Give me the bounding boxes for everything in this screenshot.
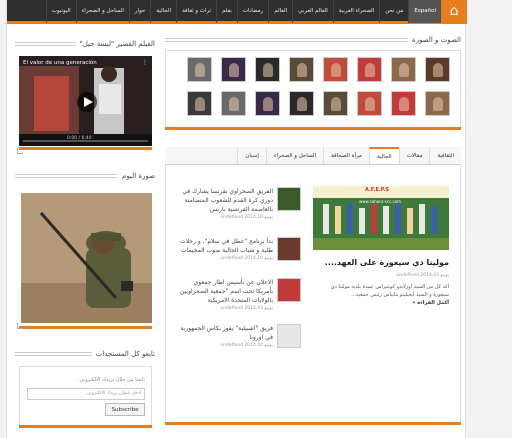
nav-item-espanol[interactable]: Español: [408, 0, 441, 23]
gallery-thumbnail[interactable]: [323, 57, 348, 82]
featured-title[interactable]: مولينا دي سيغورة على العهد....: [307, 258, 449, 267]
post-thumbnail[interactable]: [277, 324, 301, 348]
post-title-line[interactable]: الاعلان عن تأسيس اطار جمعوي: [167, 278, 273, 287]
featured-site: www.sahara-scc.com: [359, 199, 402, 204]
gallery-thumbnail[interactable]: [357, 57, 382, 82]
nav-item-about[interactable]: من نحن: [379, 0, 408, 23]
nav-item-youtube[interactable]: اليوتيوب: [45, 0, 76, 23]
video-frame: [19, 56, 152, 146]
resize-handle-icon: [17, 323, 23, 329]
film-accent: [19, 147, 152, 150]
gallery-thumbnail[interactable]: [425, 57, 450, 82]
gallery-widget-title: الصوت و الصورة: [165, 36, 461, 44]
post-title-line[interactable]: طلبة و شباب الجالية صوب المخيمات: [167, 246, 273, 255]
photo-of-the-day[interactable]: [21, 193, 152, 323]
nav-item-sahel[interactable]: الساحل و الصحراء: [75, 0, 129, 23]
nav-item-opinion[interactable]: بقلم: [216, 0, 237, 23]
post-thumbnail[interactable]: [277, 187, 301, 211]
gallery-thumbnail[interactable]: [391, 91, 416, 116]
tab-community[interactable]: الجالية: [369, 147, 399, 164]
featured-meta: يونيو 2014,03 undefined: [396, 273, 449, 278]
nav-item-world[interactable]: العالم: [268, 0, 292, 23]
featured-excerpt-1: أكد كل من السيد اورلاندو كونتيراس عمدة ب…: [330, 284, 449, 290]
share-icon[interactable]: ⋮: [142, 59, 148, 66]
post-title-line[interactable]: بالولايات المتحدة الامريكية: [167, 296, 273, 305]
gallery-thumbnail[interactable]: [425, 91, 450, 116]
video-caption: El valor de una generación: [23, 60, 97, 66]
page: ⌂ Español من نحن الصحراء الغربية العالم …: [6, 0, 467, 438]
nav-item-arab-world[interactable]: العالم العربي: [292, 0, 333, 23]
post-title-line[interactable]: الفريق الصحراوي بفرنسا يشارك في: [167, 187, 273, 196]
tabs-accent: [165, 422, 461, 425]
gallery-thumbnail[interactable]: [255, 57, 280, 82]
gallery-title-text: الصوت و الصورة: [412, 36, 461, 44]
home-icon[interactable]: ⌂: [441, 0, 467, 23]
email-field[interactable]: ادخل عنوان بريدك الالكتروني: [27, 388, 145, 400]
follow-title-text: تابعو كل المستجدات: [95, 350, 155, 358]
gallery-thumbnail[interactable]: [323, 91, 348, 116]
tab-sahel[interactable]: الساحل و الصحراء: [265, 147, 323, 164]
gallery-thumbnail[interactable]: [289, 57, 314, 82]
featured-photo: [313, 186, 449, 250]
resize-handle-icon: [17, 148, 23, 154]
featured-image[interactable]: A.F.E.P.S www.sahara-scc.com: [313, 186, 449, 250]
post-title-line[interactable]: دوري كرة القدم للشعوب المتضامنة: [167, 196, 273, 205]
gallery-thumbnail[interactable]: [187, 91, 212, 116]
gallery-thumbnail[interactable]: [289, 91, 314, 116]
subscribe-accent: [19, 425, 152, 428]
follow-widget-title: تابعو كل المستجدات: [15, 350, 155, 358]
gallery-thumbnail[interactable]: [187, 57, 212, 82]
featured-banner: A.F.E.P.S: [365, 187, 390, 193]
post-meta: يونيو 2014,04 undefined: [220, 343, 273, 348]
post-meta: يونيو 2014,03 undefined: [220, 306, 273, 311]
tab-press[interactable]: مرآة الصحافة: [323, 147, 369, 164]
photo-accent: [19, 326, 152, 329]
featured-excerpt-2: سيغورة و السيد أنخيليتو مانياس رئيس جمعي…: [351, 292, 449, 298]
tab-articles[interactable]: مقالات: [398, 147, 430, 164]
subscribe-button[interactable]: Subscribe: [105, 403, 145, 416]
gallery-thumbnail[interactable]: [391, 57, 416, 82]
read-more-link[interactable]: أكمل القراءة »: [309, 299, 449, 307]
category-tabs: الثقافية مقالات الجالية مرآة الصحافة الس…: [165, 147, 461, 165]
video-time: 0:00 / 6:40: [67, 136, 92, 141]
film-widget-title: الفيلم القصير "لبسة جيل": [15, 40, 155, 48]
film-title-text: الفيلم القصير "لبسة جيل": [79, 40, 155, 48]
photo-widget-title: صورة اليوم: [15, 172, 155, 180]
nav-item-culture[interactable]: تراث و ثقافة: [176, 0, 216, 23]
nav-item-interview[interactable]: حوار: [128, 0, 150, 23]
gallery-thumbnail[interactable]: [221, 57, 246, 82]
post-meta: يونيو 2014,10 undefined: [220, 215, 273, 220]
subscribe-text: تابعنا من خلال بريدك الالكتروني.: [78, 377, 145, 383]
gallery-thumbnail[interactable]: [255, 91, 280, 116]
top-navigation: ⌂ Español من نحن الصحراء الغربية العالم …: [7, 0, 467, 24]
post-meta: يونيو 2014,10 undefined: [220, 256, 273, 261]
tab-culture[interactable]: الثقافية: [429, 147, 461, 164]
post-title-line[interactable]: بأمريكا تحت اسم "جمعية الصحراويين: [167, 287, 273, 296]
gallery-thumbnail[interactable]: [357, 91, 382, 116]
post-thumbnail[interactable]: [277, 278, 301, 302]
tab-spanish[interactable]: إسبان: [237, 147, 266, 164]
photo-title-text: صورة اليوم: [122, 172, 155, 180]
post-thumbnail[interactable]: [277, 237, 301, 261]
nav-item-western-sahara[interactable]: الصحراء الغربية: [332, 0, 379, 23]
gallery-accent: [165, 127, 461, 130]
nav-item-ramadan[interactable]: رمضانات: [236, 0, 268, 23]
photo-image: [21, 193, 152, 323]
video-player[interactable]: El valor de una generación 0:00 / 6:40 ⋮: [19, 56, 152, 146]
nav-item-community[interactable]: الجالية: [150, 0, 176, 23]
gallery-thumbnail[interactable]: [221, 91, 246, 116]
post-title-line[interactable]: بدأ برنامج "عطل في سلام"، و رحلات: [167, 237, 273, 246]
post-title-line[interactable]: في اوروبا: [167, 333, 273, 342]
post-title-line[interactable]: فريق "اشبيلية" يفوز بكاس الجمهورية: [167, 324, 273, 333]
post-title-line[interactable]: بالعاصمة الفرنسية باريس: [167, 205, 273, 214]
